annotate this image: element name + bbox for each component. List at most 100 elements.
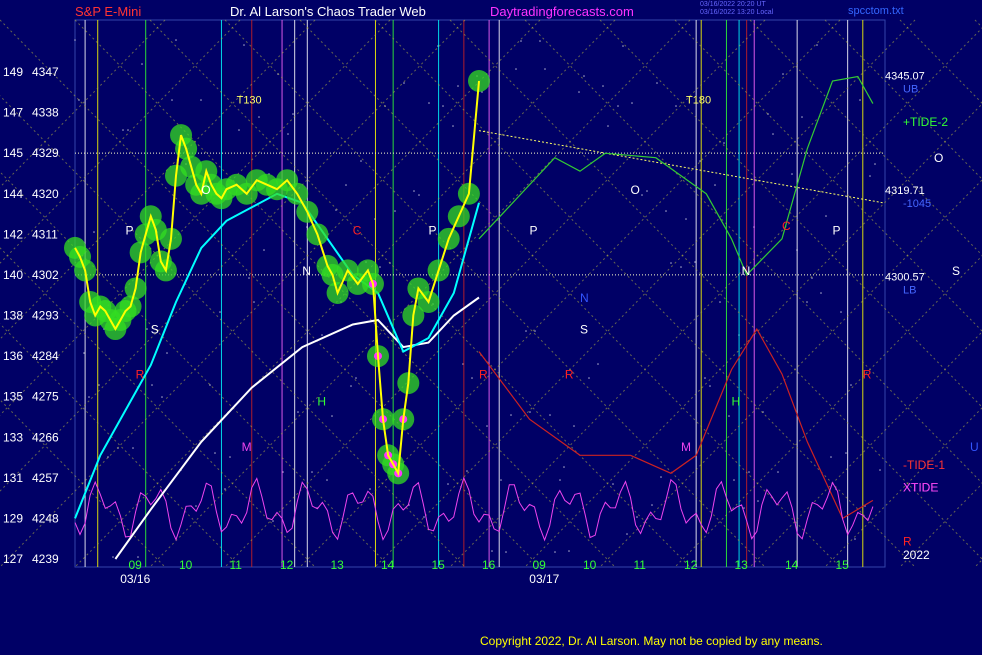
chart: 149 4347 147 4338 145 4329 144 4320 142 4311 140 43… (0, 0, 982, 650)
level-sub-label: LB (903, 284, 916, 296)
y-tick-right: 4329 (32, 146, 59, 160)
dot (816, 44, 818, 46)
side-label: U (970, 440, 979, 454)
dot (486, 425, 488, 427)
dot (845, 452, 847, 454)
y-tick-left: 131 (3, 471, 23, 485)
dot (733, 479, 735, 481)
dot (311, 471, 313, 473)
planet-marker: S (151, 323, 159, 337)
dot (141, 63, 143, 65)
dot (491, 550, 493, 552)
dot (326, 479, 328, 481)
site-link[interactable]: Daytradingforecasts.com (490, 4, 634, 19)
dot (626, 533, 628, 535)
dot (297, 411, 299, 413)
dot (748, 471, 750, 473)
dot (423, 516, 425, 518)
fast-average-line (74, 192, 480, 519)
dot (403, 82, 405, 84)
date-label: 03/16 (120, 572, 150, 586)
y-tick-left: 149 (3, 65, 23, 79)
grid-diagonal (0, 19, 466, 492)
dot (665, 210, 667, 212)
side-label: 2022 (903, 548, 930, 562)
dot (132, 447, 134, 449)
dot (442, 105, 444, 107)
dot (840, 311, 842, 313)
dot (229, 456, 231, 458)
dot (549, 414, 551, 416)
dot (578, 91, 580, 93)
dot (612, 483, 614, 485)
dot (195, 505, 197, 507)
planet-marker: N (302, 264, 311, 278)
x-tick-label: 15 (836, 558, 850, 572)
dot (263, 249, 265, 251)
y-tick-left: 135 (3, 390, 23, 404)
timestamp-local: 03/16/2022 13:20 Local (700, 9, 774, 16)
dot (122, 129, 124, 131)
dot (631, 102, 633, 104)
planet-marker: N (742, 264, 751, 278)
dot (457, 85, 459, 87)
dot (112, 556, 114, 558)
y-tick-left: 144 (3, 187, 23, 201)
side-label: S (952, 264, 960, 278)
y-tick-right: 4239 (32, 552, 59, 566)
dot (656, 82, 658, 84)
dot (854, 538, 856, 540)
dot (554, 551, 556, 553)
dot (869, 175, 871, 177)
side-label: -TIDE-1 (903, 458, 945, 472)
dot (510, 414, 512, 416)
dot (791, 173, 793, 175)
planet-marker: R (136, 368, 145, 382)
x-tick-label: 12 (280, 558, 294, 572)
dot (850, 384, 852, 386)
data-file-name: spcctom.txt (848, 5, 904, 17)
dot (93, 231, 95, 233)
x-tick-label: 10 (583, 558, 597, 572)
planet-marker: M (242, 440, 252, 454)
dot (719, 301, 721, 303)
dot (515, 68, 517, 70)
y-tick-left: 138 (3, 309, 23, 323)
grid-diagonal (0, 19, 241, 264)
y-tick-right: 4338 (32, 106, 59, 120)
y-tick-left: 145 (3, 146, 23, 160)
diagonal-grid (0, 19, 982, 568)
y-tick-left: 142 (3, 227, 23, 241)
level-value-label: 4345.07 (885, 71, 925, 83)
planet-marker: P (126, 223, 134, 237)
dot (825, 215, 827, 217)
dot (534, 330, 536, 332)
y-tick-left: 127 (3, 552, 23, 566)
dot (175, 39, 177, 41)
dot (607, 125, 609, 127)
level-sub-label: UB (903, 84, 918, 96)
y-tick-right: 4347 (32, 65, 59, 79)
copyright: Copyright 2022, Dr. Al Larson. May not b… (480, 634, 823, 648)
dot (355, 377, 357, 379)
dot (597, 363, 599, 365)
dot (680, 266, 682, 268)
grid-diagonal (749, 19, 982, 256)
dot (544, 68, 546, 70)
dot (466, 470, 468, 472)
dot (782, 73, 784, 75)
plot-frame (74, 19, 886, 568)
x-tick-label: 09 (129, 558, 143, 572)
dot (219, 311, 221, 313)
dot (452, 125, 454, 127)
y-tick-right: 4293 (32, 309, 59, 323)
planet-marker: R (863, 368, 872, 382)
y-tick-right: 4257 (32, 471, 59, 485)
dot (321, 334, 323, 336)
dot (350, 385, 352, 387)
timestamp: 03/16/2022 20:20 UT 03/16/2022 13:20 Loc… (700, 1, 773, 17)
x-tick-label: 12 (684, 558, 698, 572)
dot (166, 352, 168, 354)
grid-diagonal (0, 19, 316, 340)
x-tick-label: 10 (179, 558, 193, 572)
